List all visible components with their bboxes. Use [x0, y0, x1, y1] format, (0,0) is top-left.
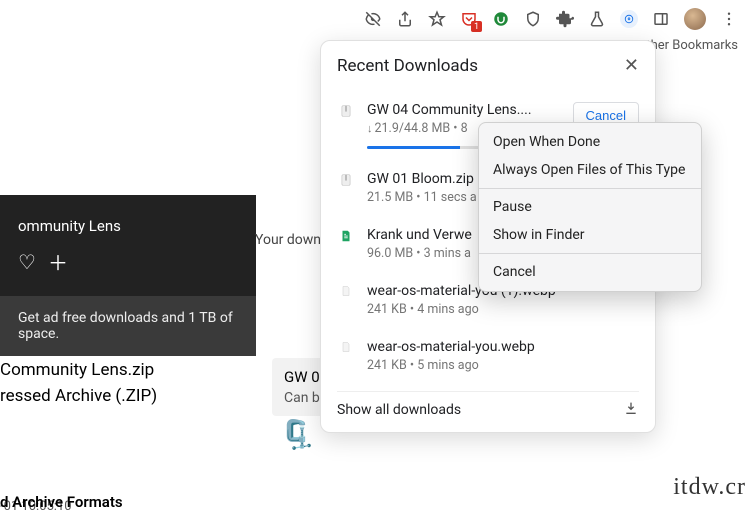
pocket-icon[interactable]: 1 — [460, 10, 478, 28]
download-name: GW 04 Community Lens.... — [367, 102, 561, 118]
sidepanel-icon[interactable] — [652, 10, 670, 28]
file-icon — [337, 339, 355, 353]
menu-show-in-finder[interactable]: Show in Finder — [479, 221, 701, 249]
bookmarks-bar-hint[interactable]: ther Bookmarks — [646, 38, 738, 53]
download-meta: 241 KB • 5 mins ago — [367, 358, 639, 373]
bg-ad-banner: Get ad free downloads and 1 TB of space. — [0, 296, 256, 356]
doc-icon — [337, 227, 355, 243]
menu-icon[interactable] — [720, 10, 738, 28]
menu-open-when-done[interactable]: Open When Done — [479, 128, 701, 156]
file-icon — [337, 283, 355, 297]
zip-file-icon: 🗜️ — [280, 418, 315, 451]
menu-always-open-type[interactable]: Always Open Files of This Type — [479, 156, 701, 184]
archive-formats-heading: d Archive Formats — [0, 493, 123, 511]
file-title: Community Lens.zip — [0, 358, 157, 384]
download-context-menu: Open When Done Always Open Files of This… — [478, 122, 702, 292]
visibility-off-icon[interactable] — [364, 10, 382, 28]
close-icon[interactable]: ✕ — [624, 55, 639, 76]
bg-dark-panel: ommunity Lens ♡ ＋ — [0, 195, 256, 296]
favorite-icon[interactable]: ♡ — [18, 250, 36, 274]
downloads-icon[interactable] — [620, 10, 638, 28]
labs-icon[interactable] — [588, 10, 606, 28]
share-icon[interactable] — [396, 10, 414, 28]
download-name: wear-os-material-you.webp — [367, 339, 639, 355]
your-download-text: Your down — [255, 232, 321, 248]
ublock-icon[interactable] — [492, 10, 510, 28]
downloads-panel-title: Recent Downloads — [337, 56, 478, 76]
menu-separator — [479, 253, 701, 254]
add-icon[interactable]: ＋ — [48, 247, 68, 276]
pocket-badge: 1 — [471, 21, 482, 32]
bg-title: ommunity Lens — [18, 217, 238, 235]
star-icon[interactable] — [428, 10, 446, 28]
download-item[interactable]: wear-os-material-you.webp 241 KB • 5 min… — [337, 331, 639, 387]
file-subtitle: ressed Archive (.ZIP) — [0, 384, 157, 410]
download-all-icon[interactable] — [623, 400, 639, 420]
zip-icon — [337, 102, 355, 118]
profile-avatar[interactable] — [684, 8, 706, 30]
menu-pause[interactable]: Pause — [479, 193, 701, 221]
show-all-downloads[interactable]: Show all downloads — [337, 402, 461, 418]
download-meta: 241 KB • 4 mins ago — [367, 302, 639, 317]
zip-icon — [337, 171, 355, 187]
watermark: itdw.cr — [673, 474, 746, 501]
menu-separator — [479, 188, 701, 189]
shield-icon[interactable] — [524, 10, 542, 28]
menu-cancel[interactable]: Cancel — [479, 258, 701, 286]
extensions-icon[interactable] — [556, 10, 574, 28]
